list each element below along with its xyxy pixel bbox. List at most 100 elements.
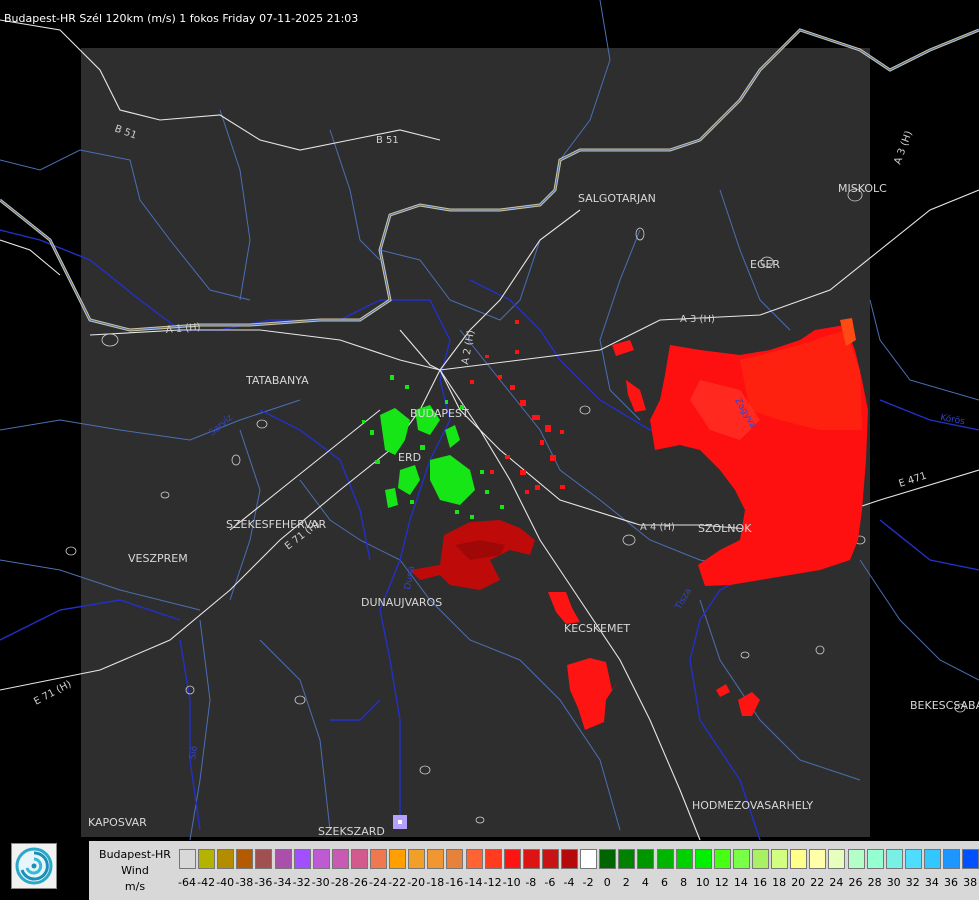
legend-tick-label: -4 bbox=[563, 876, 575, 889]
legend-tick-label: -40 bbox=[216, 876, 235, 889]
legend-tick-label: 26 bbox=[848, 876, 863, 889]
legend-tick-label: 24 bbox=[829, 876, 844, 889]
legend-swatch bbox=[885, 849, 903, 869]
legend-swatch bbox=[350, 849, 368, 869]
city-label: DUNAUJVAROS bbox=[361, 596, 442, 609]
legend-tick-label: -6 bbox=[544, 876, 556, 889]
legend-swatch bbox=[809, 849, 827, 869]
legend-swatch bbox=[198, 849, 216, 869]
legend-tick-label: 6 bbox=[661, 876, 668, 889]
legend-tick-label: -16 bbox=[445, 876, 464, 889]
road-label: E 71 (H) bbox=[32, 679, 73, 708]
legend-tick-label: 10 bbox=[695, 876, 710, 889]
legend-tick-label: 30 bbox=[886, 876, 901, 889]
river-label: Körös bbox=[939, 413, 965, 427]
legend-swatch bbox=[522, 849, 540, 869]
road-label: A 4 (H) bbox=[640, 522, 675, 533]
legend-tick-label: -20 bbox=[407, 876, 426, 889]
legend-swatch bbox=[236, 849, 254, 869]
legend-tick-label: -38 bbox=[235, 876, 254, 889]
legend-tick-label: -18 bbox=[426, 876, 445, 889]
city-label: EGER bbox=[750, 258, 780, 271]
legend-swatch bbox=[179, 849, 196, 869]
legend-tick-label: 14 bbox=[733, 876, 748, 889]
legend-swatch bbox=[675, 849, 693, 869]
road-label: A 3 (H) bbox=[680, 314, 715, 325]
legend-swatch bbox=[599, 849, 617, 869]
legend-tick-label: -22 bbox=[388, 876, 407, 889]
legend-swatch bbox=[446, 849, 464, 869]
legend-swatch bbox=[580, 849, 598, 869]
legend-tick-label: -30 bbox=[311, 876, 330, 889]
legend-title-line: Budapest-HR bbox=[99, 848, 171, 861]
legend-swatch bbox=[732, 849, 750, 869]
city-label: KAPOSVAR bbox=[88, 816, 147, 829]
legend-swatch bbox=[255, 849, 273, 869]
legend-tick-label: -32 bbox=[292, 876, 311, 889]
city-label: SZEKSZARD bbox=[318, 825, 385, 838]
legend-swatch bbox=[752, 849, 769, 869]
legend-swatch bbox=[923, 849, 941, 869]
city-label: HODMEZOVASARHELY bbox=[692, 799, 813, 812]
legend-swatch bbox=[790, 849, 808, 869]
city-label: ERD bbox=[398, 451, 421, 464]
map-title: Budapest-HR Szél 120km (m/s) 1 fokos Fri… bbox=[4, 12, 359, 25]
legend-swatch bbox=[904, 849, 922, 869]
legend-swatch bbox=[293, 849, 311, 869]
legend-tick-label: 22 bbox=[810, 876, 825, 889]
legend-swatch bbox=[561, 849, 578, 869]
legend-tick-label: -12 bbox=[483, 876, 502, 889]
legend-tick-label: -24 bbox=[369, 876, 387, 889]
legend-swatch bbox=[389, 849, 407, 869]
legend-swatch bbox=[465, 849, 483, 869]
legend-tick-label: -64 bbox=[178, 876, 196, 889]
legend-tick-label: 2 bbox=[622, 876, 630, 889]
city-label: TATABANYA bbox=[245, 374, 309, 387]
city-label: SZOLNOK bbox=[698, 522, 752, 535]
legend-swatch bbox=[713, 849, 731, 869]
legend-tick-label: -42 bbox=[197, 876, 216, 889]
legend-tick-label: 12 bbox=[714, 876, 729, 889]
legend-swatch bbox=[771, 849, 789, 869]
legend-tick-label: -34 bbox=[273, 876, 292, 889]
legend-swatch bbox=[331, 849, 349, 869]
legend-swatch bbox=[370, 849, 387, 869]
legend-swatch bbox=[656, 849, 674, 869]
legend-swatch bbox=[427, 849, 445, 869]
legend-tick-label: -26 bbox=[349, 876, 368, 889]
legend-swatch bbox=[503, 849, 521, 869]
city-label: BEKESCSABA bbox=[910, 699, 979, 712]
legend-tick-label: -8 bbox=[525, 876, 537, 889]
legend-title: Budapest-HR Wind m/s bbox=[89, 847, 181, 895]
city-label: BUDAPEST bbox=[410, 407, 469, 420]
legend-tick-label: 32 bbox=[905, 876, 920, 889]
legend-tick-label: 38 bbox=[963, 876, 978, 889]
legend-tick-label: 18 bbox=[772, 876, 787, 889]
legend-swatch bbox=[484, 849, 502, 869]
legend-swatch bbox=[408, 849, 426, 869]
legend-tick-label: -2 bbox=[582, 876, 594, 889]
legend-tick-label: 28 bbox=[867, 876, 882, 889]
legend-tick-label: 16 bbox=[753, 876, 767, 889]
legend-tick-label: 4 bbox=[641, 876, 649, 889]
legend-tick-label: -14 bbox=[464, 876, 483, 889]
legend-swatch bbox=[828, 849, 846, 869]
legend-title-line: m/s bbox=[124, 880, 146, 893]
radar-site-marker bbox=[393, 815, 407, 829]
radar-map[interactable]: SALGOTARJAN EGER MISKOLC TATABANYA BUDAP… bbox=[0, 0, 979, 900]
legend-swatch bbox=[217, 849, 235, 869]
legend-swatch bbox=[943, 849, 960, 869]
legend-swatch bbox=[694, 849, 712, 869]
legend-tick-label: 20 bbox=[791, 876, 806, 889]
legend-swatch bbox=[312, 849, 330, 869]
legend-title-line: Wind bbox=[121, 864, 149, 877]
legend-tick-label: 34 bbox=[924, 876, 939, 889]
legend-swatch bbox=[962, 849, 979, 869]
swirl-logo-icon bbox=[11, 843, 57, 889]
legend-tick-label: 0 bbox=[603, 876, 611, 889]
road-label: A 3 (H) bbox=[892, 129, 914, 166]
legend-swatch bbox=[637, 849, 655, 869]
legend-tick-label: -36 bbox=[254, 876, 273, 889]
legend-swatch bbox=[274, 849, 292, 869]
legend-swatch bbox=[866, 849, 884, 869]
